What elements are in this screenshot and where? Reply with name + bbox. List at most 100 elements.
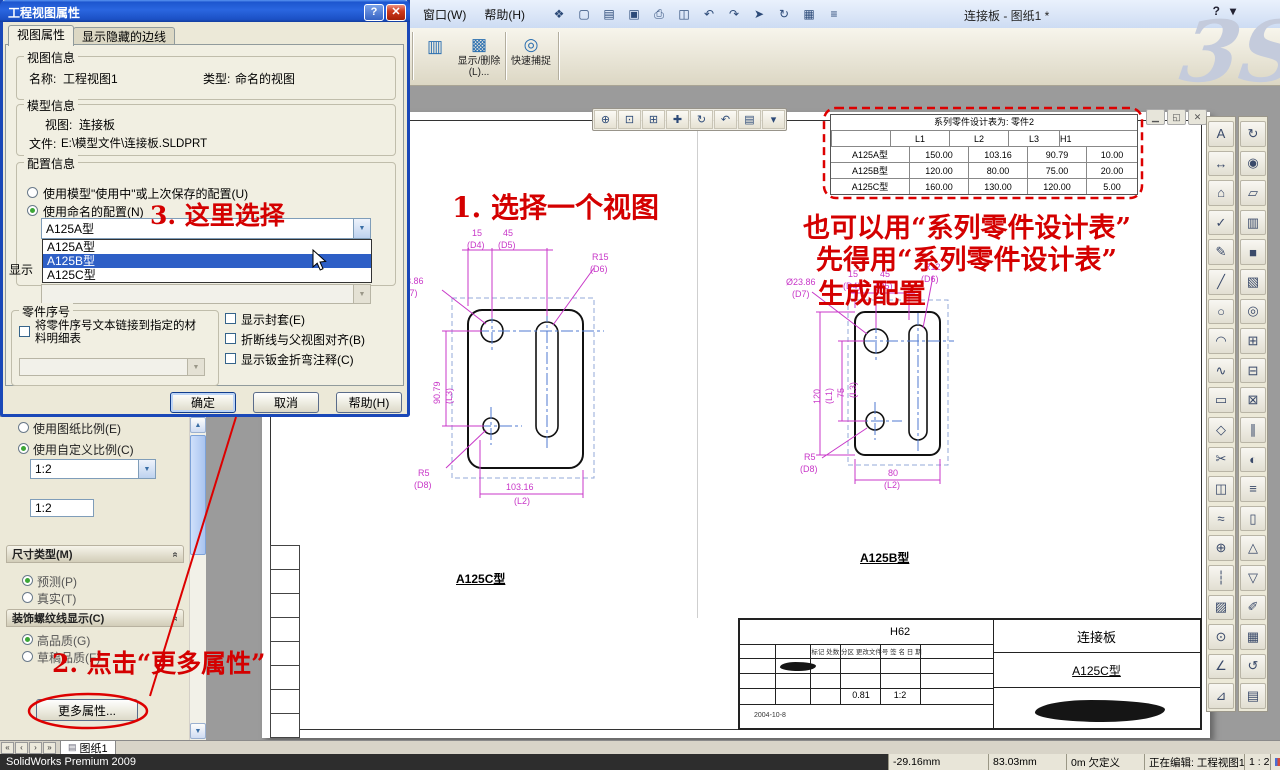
use-model-config-radio[interactable] — [27, 187, 38, 198]
dimension-label[interactable]: 120 — [812, 389, 822, 404]
drawing-tool-icon[interactable]: ≈ — [1208, 505, 1234, 532]
drawing-tool-icon[interactable]: ↔ — [1208, 150, 1234, 177]
dimension-label[interactable]: R5 — [418, 468, 430, 478]
view-tool-icon[interactable]: ⊡ — [618, 110, 641, 129]
toolbar-icon[interactable]: ↻ — [773, 3, 795, 25]
drawing-tool-icon[interactable]: ▯ — [1240, 505, 1266, 532]
drawing-tool-icon[interactable]: ⊙ — [1208, 624, 1234, 650]
drawing-tool-icon[interactable]: ▤ — [1240, 683, 1266, 709]
view-tool-icon[interactable]: ↶ — [714, 110, 737, 129]
draft-quality-radio[interactable] — [22, 651, 33, 662]
view-tool-icon[interactable]: ↻ — [690, 110, 713, 129]
drawing-tool-icon[interactable]: ∥ — [1240, 416, 1266, 443]
dialog-title-bar[interactable]: 工程视图属性 ? ✕ — [0, 0, 410, 22]
drawing-tool-icon[interactable]: ◐ — [1240, 446, 1266, 473]
view-label[interactable]: A125B型 — [860, 549, 909, 566]
drawing-tool-icon[interactable]: ∠ — [1208, 653, 1234, 680]
tab-view-properties[interactable]: 视图属性 — [8, 25, 74, 46]
drawing-tool-icon[interactable]: ▧ — [1240, 268, 1266, 295]
true-radio[interactable] — [22, 592, 33, 603]
thread-display-header[interactable]: 装饰螺纹线显示(C) « — [6, 609, 184, 627]
tab-sheet1[interactable]: ▤ 图纸1 — [60, 740, 116, 755]
drawing-tool-icon[interactable]: ↺ — [1240, 653, 1266, 680]
use-named-config-radio[interactable] — [27, 205, 38, 216]
scroll-up-icon[interactable]: ▲ — [190, 417, 206, 433]
tab-nav-icon[interactable]: ‹ — [15, 741, 28, 754]
drawing-tool-icon[interactable]: ▨ — [1208, 594, 1234, 621]
view-tool-icon[interactable]: ✚ — [666, 110, 689, 129]
dropdown-arrow-icon[interactable] — [353, 219, 370, 238]
window-control-icon[interactable]: ✕ — [1188, 109, 1207, 125]
display-state-combo[interactable] — [41, 284, 371, 304]
drawing-tool-icon[interactable]: ⊿ — [1208, 683, 1234, 709]
quick-snap-button[interactable]: ◎ 快速捕捉 — [509, 34, 553, 67]
drawing-tool-icon[interactable]: ✐ — [1240, 594, 1266, 621]
help-icon[interactable]: ? — [1213, 4, 1220, 18]
dimension-label[interactable]: Ø23.86 — [786, 277, 816, 287]
view-palette-button[interactable]: ▥ — [418, 36, 452, 58]
dropdown-arrow-icon[interactable] — [138, 460, 155, 478]
drawing-tool-icon[interactable]: ◫ — [1208, 476, 1234, 502]
tab-nav-icon[interactable]: » — [43, 741, 56, 754]
dimension-label[interactable]: 75 — [836, 388, 846, 398]
link-balloon-checkbox[interactable] — [19, 326, 30, 337]
config-option[interactable]: A125A型 — [43, 240, 371, 254]
drawing-tool-icon[interactable]: ✓ — [1208, 209, 1234, 236]
drawing-tool-icon[interactable]: ▦ — [1240, 624, 1266, 650]
high-quality-radio[interactable] — [22, 634, 33, 645]
window-control-icon[interactable]: ◱ — [1167, 109, 1186, 125]
ok-button[interactable]: 确定 — [170, 392, 236, 413]
drawing-tool-icon[interactable]: ┆ — [1208, 564, 1234, 591]
dialog-help-icon[interactable]: ? — [364, 3, 384, 21]
chevron-down-icon[interactable]: ▾ — [1230, 4, 1236, 18]
drawing-tool-icon[interactable]: ◇ — [1208, 416, 1234, 443]
more-properties-button[interactable]: 更多属性... — [36, 699, 138, 721]
tab-nav-icon[interactable]: › — [29, 741, 42, 754]
balloon-table-combo[interactable] — [19, 358, 205, 376]
show-envelope-checkbox[interactable] — [225, 313, 236, 324]
drawing-tool-icon[interactable]: ✂ — [1208, 446, 1234, 473]
view-label[interactable]: A125C型 — [456, 570, 505, 587]
drawing-tool-icon[interactable]: ⌂ — [1208, 180, 1234, 206]
toolbar-icon[interactable]: ≡ — [823, 3, 845, 25]
drawing-tool-icon[interactable]: ⊞ — [1240, 328, 1266, 354]
drawing-tool-icon[interactable]: ⊟ — [1240, 357, 1266, 384]
cancel-button[interactable]: 取消 — [253, 392, 319, 413]
toolbar-icon[interactable]: ◫ — [673, 3, 695, 25]
drawing-tool-icon[interactable]: ✎ — [1208, 239, 1234, 265]
drawing-tool-icon[interactable]: ◎ — [1240, 298, 1266, 325]
config-option[interactable]: A125C型 — [43, 268, 371, 282]
config-option-highlighted[interactable]: A125B型 — [43, 254, 371, 268]
help-button[interactable]: 帮助(H) — [336, 392, 402, 413]
toolbar-icon[interactable]: ▦ — [798, 3, 820, 25]
drawing-tool-icon[interactable]: ∿ — [1208, 357, 1234, 384]
toolbar-icon[interactable]: ➤ — [748, 3, 770, 25]
drawing-tool-icon[interactable]: ▥ — [1240, 209, 1266, 236]
drawing-tool-icon[interactable]: ↻ — [1240, 121, 1266, 147]
scale-combo[interactable]: 1:2 — [30, 459, 156, 479]
view-tool-icon[interactable]: ▤ — [738, 110, 761, 129]
menu-item[interactable]: 窗口(W) — [414, 4, 475, 25]
close-icon[interactable]: ✕ — [386, 3, 406, 21]
dimension-label[interactable]: 45 — [503, 228, 513, 238]
scale-input[interactable]: 1:2 — [30, 499, 94, 517]
dimension-label[interactable]: 90.79 — [432, 381, 442, 404]
dimension-type-header[interactable]: 尺寸类型(M) « — [6, 545, 184, 563]
align-break-lines-checkbox[interactable] — [225, 333, 236, 344]
sheet-scale-radio[interactable] — [18, 422, 29, 433]
drawing-tool-icon[interactable]: ⊠ — [1240, 387, 1266, 413]
drawing-tool-icon[interactable]: ▭ — [1208, 387, 1234, 413]
dimension-label[interactable]: R15 — [592, 252, 609, 262]
show-delete-button[interactable]: ▩ 显示/删除(L)... — [455, 34, 503, 78]
toolbar-icon[interactable]: ❖ — [548, 3, 570, 25]
drawing-tool-icon[interactable]: ◠ — [1208, 328, 1234, 354]
view-tool-icon[interactable]: ⊞ — [642, 110, 665, 129]
toolbar-icon[interactable]: ▣ — [623, 3, 645, 25]
drawing-tool-icon[interactable]: ≡ — [1240, 476, 1266, 502]
drawing-tool-icon[interactable]: ▱ — [1240, 180, 1266, 206]
scrollbar-thumb[interactable] — [190, 435, 206, 555]
drawing-tool-icon[interactable]: △ — [1240, 535, 1266, 561]
drawing-tool-icon[interactable]: A — [1208, 121, 1234, 147]
view-tool-icon[interactable]: ▾ — [762, 110, 785, 129]
dimension-label[interactable]: 103.16 — [506, 482, 534, 492]
